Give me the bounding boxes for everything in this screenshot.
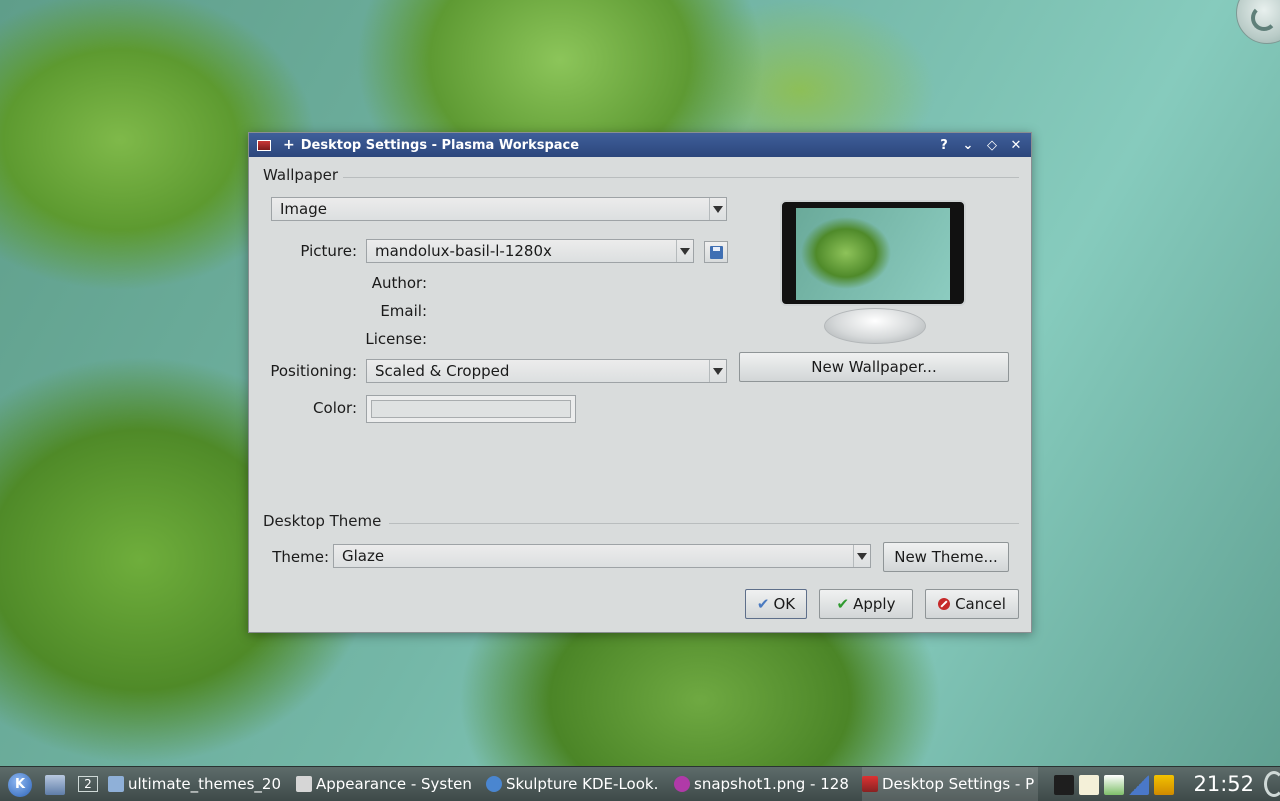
task-label: ultimate_themes_20 [128,775,281,793]
new-theme-button[interactable]: New Theme... [883,542,1009,572]
author-label: Author: [371,274,427,292]
clock[interactable]: 21:52 [1193,767,1254,801]
ok-label: OK [773,595,796,613]
panel-toolbox-icon[interactable] [1264,771,1280,797]
apply-check-icon: ✔ [836,595,850,613]
task-label: Appearance - Systen [316,775,472,793]
task-label: Desktop Settings - P [882,775,1035,793]
pin-icon[interactable]: + [283,137,295,153]
toolbox-icon [1251,5,1277,31]
color-swatch [371,400,571,418]
wallpaper-section-label: Wallpaper [263,166,339,184]
cancel-button[interactable]: Cancel [925,589,1019,619]
task-ultimate-themes[interactable]: ultimate_themes_20 [108,767,286,801]
task-skulpture[interactable]: Skulpture KDE-Look. [486,767,662,801]
volume-icon[interactable] [1054,775,1074,795]
power-icon[interactable] [1154,775,1174,795]
wallpaper-type-select[interactable]: Image [271,197,727,221]
pager-desktop-number: 2 [78,776,98,792]
check-icon: ✔ [756,595,770,613]
maximize-button[interactable]: ◇ [985,138,999,153]
task-label: snapshot1.png - 128 [694,775,849,793]
window-app-icon[interactable] [257,139,271,151]
chevron-down-icon [853,545,870,567]
wallpaper-section-divider [343,177,1019,178]
update-icon[interactable] [1104,775,1124,795]
task-snapshot[interactable]: snapshot1.png - 128 [674,767,852,801]
color-label: Color: [313,399,357,417]
tools-icon [296,776,312,792]
positioning-label: Positioning: [270,362,357,380]
theme-select[interactable]: Glaze [333,544,871,568]
picture-value: mandolux-basil-l-1280x [375,242,552,260]
task-label: Skulpture KDE-Look. [506,775,659,793]
color-picker-button[interactable] [366,395,576,423]
minimize-button[interactable]: ⌄ [961,138,975,153]
taskbar: K 2 ultimate_themes_20 Appearance - Syst… [0,766,1280,801]
theme-label: Theme: [272,548,329,566]
clipboard-icon[interactable] [1079,775,1099,795]
kde-menu-icon[interactable]: K [8,773,32,797]
chevron-down-icon [709,198,726,220]
open-picture-button[interactable] [704,241,728,263]
image-viewer-icon [674,776,690,792]
save-icon [709,245,723,259]
dialog-titlebar[interactable]: + Desktop Settings - Plasma Workspace ? … [249,133,1031,157]
monitor-bezel [780,200,966,306]
preview-screen [796,208,950,300]
desktop-theme-section-label: Desktop Theme [263,512,382,530]
desktop-settings-dialog: + Desktop Settings - Plasma Workspace ? … [248,132,1032,633]
network-signal-icon[interactable] [1129,775,1149,795]
close-button[interactable]: ✕ [1009,138,1023,153]
plasma-toolbox-button[interactable] [1236,0,1280,44]
ok-button[interactable]: ✔ OK [745,589,807,619]
positioning-value: Scaled & Cropped [375,362,510,380]
pager-desktop[interactable]: 2 [76,767,100,801]
folder-icon [108,776,124,792]
license-label: License: [365,330,427,348]
chevron-down-icon [709,360,726,382]
cancel-label: Cancel [955,595,1006,613]
chevron-down-icon [676,240,693,262]
apply-button[interactable]: ✔ Apply [819,589,913,619]
task-appearance[interactable]: Appearance - Systen [296,767,474,801]
show-desktop-icon[interactable] [45,775,65,795]
picture-label: Picture: [300,242,357,260]
email-label: Email: [380,302,427,320]
theme-section-divider [389,523,1019,524]
task-desktop-settings[interactable]: Desktop Settings - P [862,767,1038,801]
picture-select[interactable]: mandolux-basil-l-1280x [366,239,694,263]
wallpaper-preview [780,200,966,345]
theme-value: Glaze [342,547,385,565]
settings-window-icon [862,776,878,792]
new-wallpaper-button[interactable]: New Wallpaper... [739,352,1009,382]
wallpaper-type-value: Image [280,200,327,218]
apply-label: Apply [853,595,896,613]
dialog-title: Desktop Settings - Plasma Workspace [300,137,580,153]
positioning-select[interactable]: Scaled & Cropped [366,359,727,383]
browser-icon [486,776,502,792]
cancel-icon [938,598,951,610]
help-button[interactable]: ? [937,138,951,153]
monitor-stand [824,308,926,344]
